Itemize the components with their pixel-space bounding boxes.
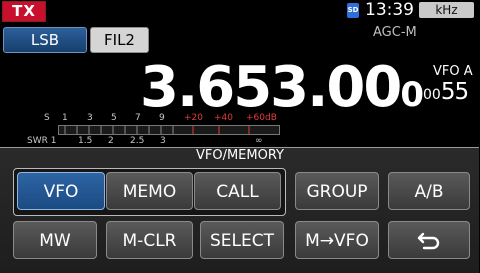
mode-button[interactable]: LSB bbox=[3, 27, 87, 53]
sd-card-icon: SD bbox=[347, 3, 359, 18]
m-to-vfo-button[interactable]: M→VFO bbox=[295, 221, 379, 259]
s-meter-label: S bbox=[44, 113, 50, 123]
s-tick-plus40: +40 bbox=[214, 113, 233, 123]
select-button[interactable]: SELECT bbox=[200, 221, 284, 259]
group-button[interactable]: GROUP bbox=[295, 172, 379, 210]
memo-button[interactable]: MEMO bbox=[106, 172, 193, 210]
frequency-sub-digit: 0 bbox=[400, 75, 425, 115]
frequency-unit-button[interactable]: kHz bbox=[419, 2, 474, 18]
filter-button[interactable]: FIL2 bbox=[90, 27, 149, 53]
vfo-label: VFO A bbox=[433, 64, 473, 79]
back-button[interactable] bbox=[388, 221, 470, 259]
swr-tick-inf: ∞ bbox=[255, 136, 263, 146]
s-tick-9: 9 bbox=[159, 113, 165, 123]
frequency-display[interactable]: 3.653.000 bbox=[140, 58, 424, 125]
a-b-button[interactable]: A/B bbox=[388, 172, 470, 210]
swr-tick-3: 3 bbox=[160, 136, 166, 146]
agc-indicator: AGC-M bbox=[373, 25, 417, 40]
s-tick-plus20: +20 bbox=[184, 113, 203, 123]
s-tick-1: 1 bbox=[62, 113, 68, 123]
panel-title: VFO/MEMORY bbox=[195, 148, 284, 163]
s-tick-7: 7 bbox=[135, 113, 141, 123]
call-button[interactable]: CALL bbox=[194, 172, 281, 210]
frequency-main: 3.653.00 bbox=[140, 55, 402, 120]
rit-digits: 55 bbox=[440, 79, 469, 105]
m-clr-button[interactable]: M-CLR bbox=[106, 221, 193, 259]
s-tick-plus60: +60dB bbox=[246, 113, 277, 123]
s-tick-3: 3 bbox=[87, 113, 93, 123]
meter-ticks bbox=[64, 126, 250, 134]
clock: 13:39 bbox=[365, 0, 414, 20]
swr-tick-1: 1 bbox=[50, 136, 57, 146]
s-meter-bar bbox=[58, 125, 280, 135]
swr-label: SWR 1 bbox=[27, 136, 56, 146]
rit-readout: 0055 bbox=[423, 79, 469, 105]
rit-prefix: 00 bbox=[423, 87, 441, 103]
swr-tick-2: 2 bbox=[108, 136, 114, 146]
s-tick-5: 5 bbox=[111, 113, 117, 123]
tx-indicator: TX bbox=[2, 1, 46, 22]
mw-button[interactable]: MW bbox=[13, 221, 97, 259]
swr-tick-1-5: 1.5 bbox=[78, 136, 93, 146]
swr-text: SWR bbox=[27, 136, 48, 146]
return-icon bbox=[417, 232, 440, 250]
swr-tick-2-5: 2.5 bbox=[130, 136, 145, 146]
vfo-button[interactable]: VFO bbox=[17, 172, 105, 210]
